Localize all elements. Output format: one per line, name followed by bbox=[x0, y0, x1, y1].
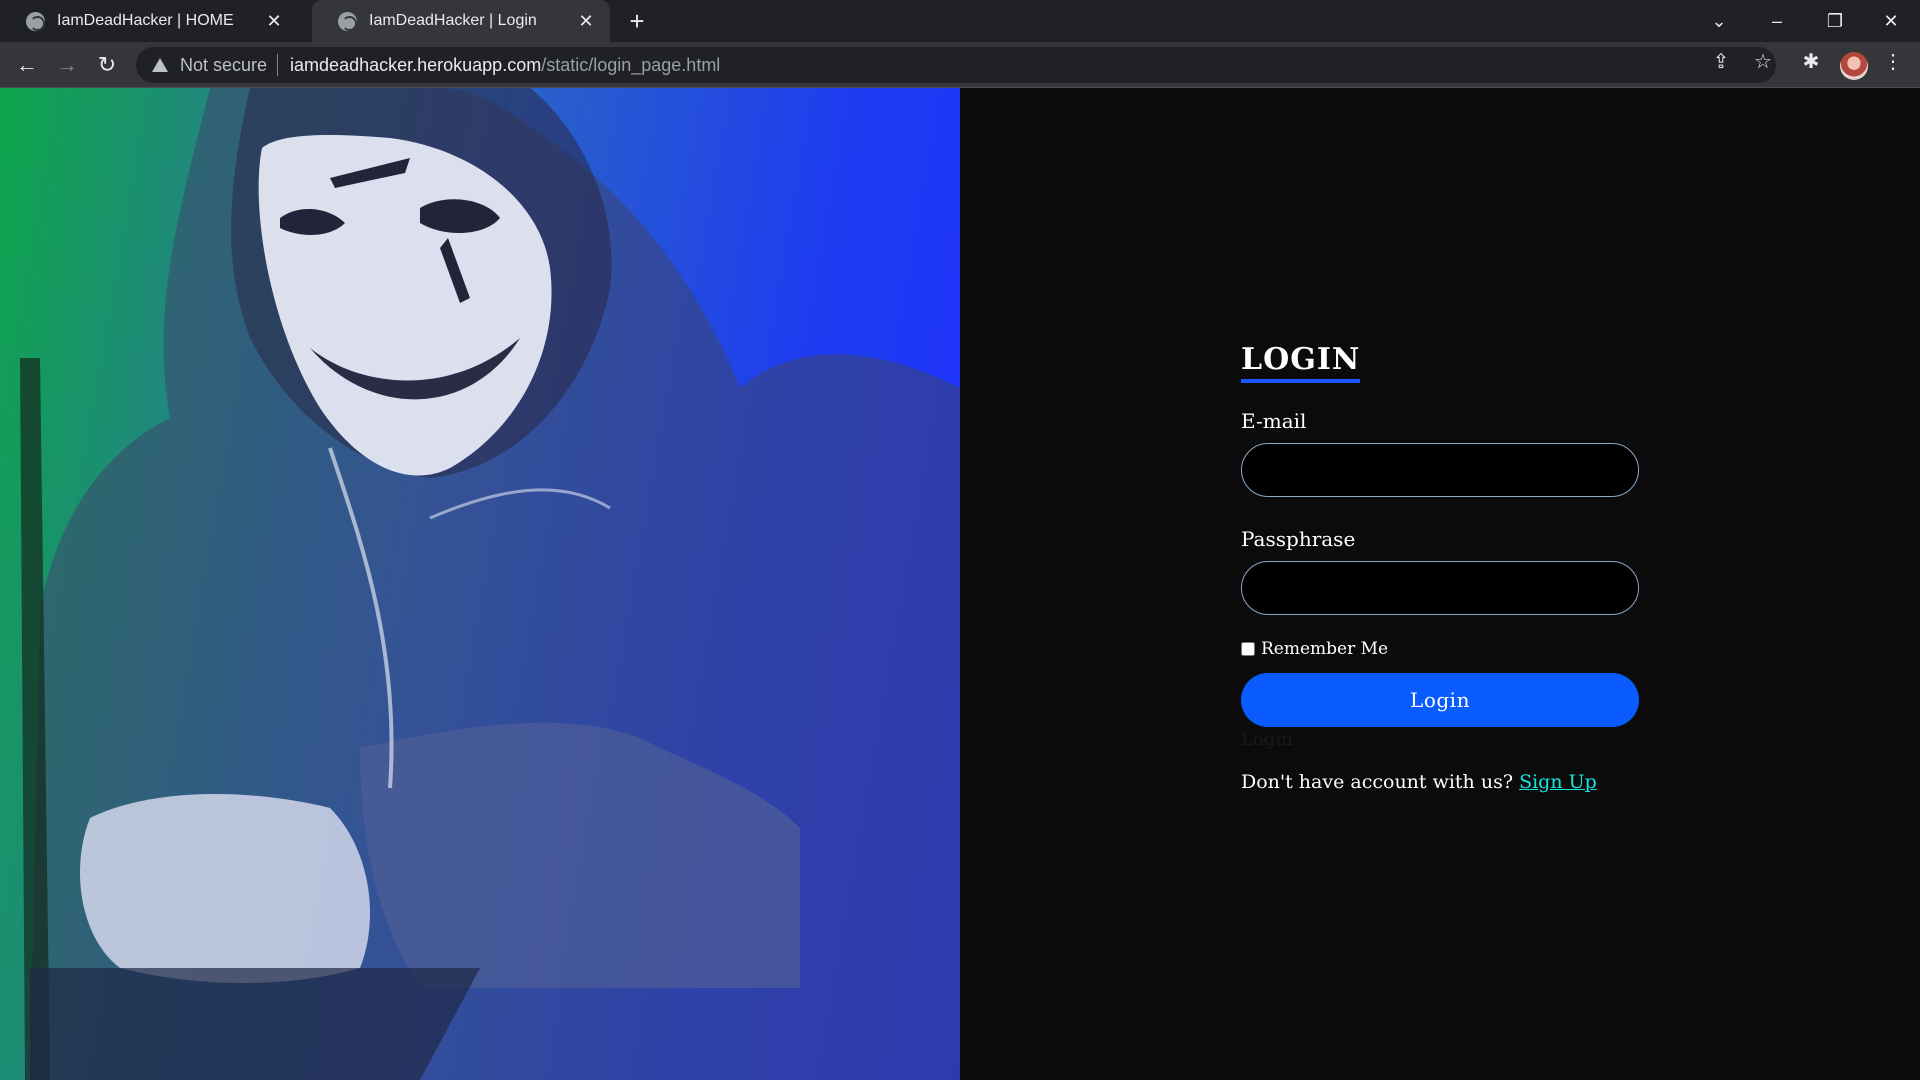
globe-icon bbox=[26, 11, 45, 31]
tab-login[interactable]: IamDeadHacker | Login ✕ bbox=[312, 0, 610, 42]
password-field[interactable] bbox=[1241, 561, 1639, 615]
forward-button[interactable]: → bbox=[52, 50, 82, 80]
password-label: Passphrase bbox=[1241, 527, 1356, 551]
address-bar[interactable]: Not secure iamdeadhacker.herokuapp.com/s… bbox=[136, 47, 1776, 83]
tab-home[interactable]: IamDeadHacker | HOME ✕ bbox=[0, 0, 298, 42]
window-close-button[interactable]: ✕ bbox=[1862, 0, 1920, 42]
url-host[interactable]: iamdeadhacker.herokuapp.com bbox=[290, 55, 541, 76]
login-button[interactable]: Login bbox=[1241, 673, 1639, 727]
security-label[interactable]: Not secure bbox=[180, 55, 267, 76]
divider bbox=[277, 54, 279, 76]
email-field[interactable] bbox=[1241, 443, 1639, 497]
login-form: LOGIN E-mail Passphrase Remember Me Logi… bbox=[1241, 342, 1639, 793]
extensions-puzzle-icon[interactable]: ✱ bbox=[1798, 48, 1824, 74]
star-icon[interactable]: ☆ bbox=[1750, 48, 1776, 74]
signup-prompt-text: Don't have account with us? bbox=[1241, 771, 1514, 793]
signup-prompt: Don't have account with us? Sign Up bbox=[1241, 771, 1639, 793]
login-page: LOGIN E-mail Passphrase Remember Me Logi… bbox=[0, 88, 1920, 1080]
new-tab-button[interactable]: + bbox=[622, 6, 652, 36]
tab-title: IamDeadHacker | HOME bbox=[57, 12, 234, 29]
reload-button[interactable]: ↻ bbox=[92, 50, 122, 80]
browser-tabbar: IamDeadHacker | HOME ✕ IamDeadHacker | L… bbox=[0, 0, 1920, 42]
hacker-hero-image bbox=[0, 88, 960, 1080]
globe-icon bbox=[338, 11, 357, 31]
hidden-login-label: Login bbox=[1241, 729, 1293, 750]
restore-button[interactable]: ❐ bbox=[1806, 0, 1864, 42]
minimize-button[interactable]: – bbox=[1748, 0, 1806, 42]
warning-icon[interactable] bbox=[152, 58, 168, 72]
share-icon[interactable]: ⇪ bbox=[1708, 48, 1734, 74]
signup-link[interactable]: Sign Up bbox=[1519, 771, 1597, 793]
profile-avatar[interactable] bbox=[1840, 52, 1868, 80]
hooded-hacker-illustration bbox=[20, 88, 960, 1080]
email-label: E-mail bbox=[1241, 409, 1307, 433]
close-icon[interactable]: ✕ bbox=[264, 11, 284, 31]
tab-search-chevron-icon[interactable]: ⌄ bbox=[1690, 0, 1748, 42]
back-button[interactable]: ← bbox=[12, 50, 42, 80]
kebab-menu-icon[interactable]: ⋮ bbox=[1880, 48, 1906, 74]
remember-me-row[interactable]: Remember Me bbox=[1241, 639, 1639, 659]
tab-title: IamDeadHacker | Login bbox=[369, 12, 537, 29]
url-path[interactable]: /static/login_page.html bbox=[541, 55, 720, 76]
close-icon[interactable]: ✕ bbox=[576, 11, 596, 31]
browser-toolbar: ← → ↻ Not secure iamdeadhacker.herokuapp… bbox=[0, 42, 1920, 88]
page-title: LOGIN bbox=[1241, 342, 1361, 383]
remember-me-checkbox[interactable] bbox=[1241, 642, 1255, 656]
remember-me-label: Remember Me bbox=[1261, 639, 1389, 659]
